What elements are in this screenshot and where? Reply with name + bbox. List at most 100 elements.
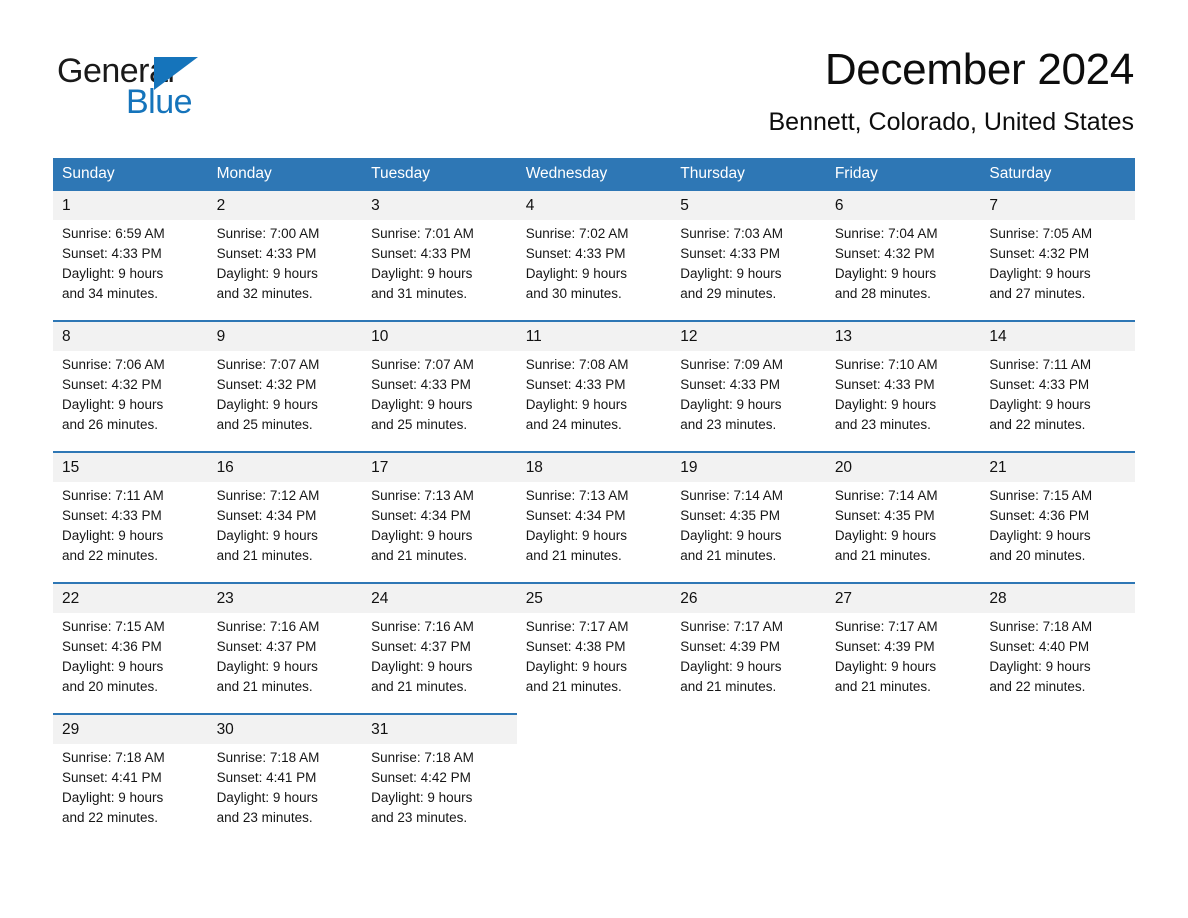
day-detail-line: Sunrise: 7:18 AM [371,750,474,765]
day-detail-line: Daylight: 9 hours [989,397,1091,412]
day-details: Sunrise: 7:12 AM Sunset: 4:34 PM Daylight:… [207,482,363,583]
day-detail-line: Sunset: 4:32 PM [62,377,162,392]
day-detail-line: and 21 minutes. [525,548,622,563]
day-detail-line: and 21 minutes. [680,548,777,563]
day-detail-line: and 25 minutes. [371,417,468,432]
day-detail-line: Sunrise: 7:11 AM [989,357,1092,372]
day-details: Sunrise: 7:08 AM Sunset: 4:33 PM Daylight:… [516,351,672,452]
day-number[interactable]: 9 [207,320,363,351]
day-detail-line: and 23 minutes. [216,810,313,825]
day-detail-line: Sunset: 4:33 PM [371,246,471,261]
location-subtitle: Bennett, Colorado, United States [768,108,1134,136]
day-number[interactable]: 18 [516,451,672,482]
day-detail-line: and 21 minutes. [371,679,468,694]
day-detail-line: Sunrise: 7:16 AM [216,619,320,634]
day-details: Sunrise: 7:11 AM Sunset: 4:33 PM Daylight:… [53,482,208,583]
day-number[interactable]: 15 [53,451,208,482]
day-detail-line: and 22 minutes. [989,679,1086,694]
day-detail-line: Sunset: 4:40 PM [989,639,1090,654]
day-number[interactable]: 21 [980,451,1135,482]
week-info-row: Sunrise: 6:59 AM Sunset: 4:33 PM Daylight:… [53,220,1135,321]
day-detail-line: Daylight: 9 hours [989,528,1091,543]
day-details: Sunrise: 7:07 AM Sunset: 4:32 PM Daylight:… [207,351,363,452]
day-details: Sunrise: 7:17 AM Sunset: 4:39 PM Daylight:… [671,613,826,714]
day-number[interactable]: 31 [362,713,517,744]
day-number[interactable]: 8 [53,320,208,351]
day-number[interactable]: 19 [671,451,826,482]
day-detail-line: and 24 minutes. [525,417,622,432]
day-number[interactable]: 28 [980,582,1135,613]
weekday-header-tuesday: Tuesday [362,158,517,191]
day-detail-line: Daylight: 9 hours [62,397,164,412]
day-number[interactable]: 26 [671,582,826,613]
day-number[interactable]: 2 [207,191,363,220]
day-number[interactable]: 6 [825,191,981,220]
day-number[interactable]: 27 [825,582,981,613]
day-details: Sunrise: 7:11 AM Sunset: 4:33 PM Daylight:… [980,351,1135,452]
day-number[interactable]: 17 [362,451,517,482]
day-number[interactable]: 10 [362,320,517,351]
day-detail-line: Daylight: 9 hours [525,528,627,543]
empty-day-cell [980,713,1135,744]
day-number[interactable]: 29 [53,713,208,744]
day-detail-line: Daylight: 9 hours [680,528,782,543]
day-number[interactable]: 1 [53,191,208,220]
day-details: Sunrise: 7:13 AM Sunset: 4:34 PM Daylight:… [362,482,517,583]
day-detail-line: Sunrise: 7:18 AM [989,619,1093,634]
day-number[interactable]: 4 [516,191,672,220]
week-info-row: Sunrise: 7:18 AM Sunset: 4:41 PM Daylight:… [53,744,1135,844]
day-number[interactable]: 20 [825,451,981,482]
day-detail-line: and 21 minutes. [371,548,468,563]
empty-day-info [980,744,1135,844]
day-detail-line: and 22 minutes. [62,548,159,563]
week-info-row: Sunrise: 7:15 AM Sunset: 4:36 PM Daylight:… [53,613,1135,714]
day-detail-line: Sunrise: 7:14 AM [680,488,784,503]
day-number[interactable]: 11 [516,320,672,351]
day-detail-line: Sunrise: 7:17 AM [680,619,784,634]
day-details: Sunrise: 7:13 AM Sunset: 4:34 PM Daylight:… [516,482,672,583]
day-number[interactable]: 24 [362,582,517,613]
day-detail-line: and 21 minutes. [834,679,931,694]
day-detail-line: Sunrise: 7:00 AM [216,226,320,241]
day-number[interactable]: 16 [207,451,363,482]
day-number[interactable]: 13 [825,320,981,351]
weekday-header-friday: Friday [825,158,981,191]
day-number[interactable]: 3 [362,191,517,220]
day-detail-line: Sunrise: 7:02 AM [525,226,629,241]
title-block: December 2024 Bennett, Colorado, United … [768,44,1134,136]
day-detail-line: Sunrise: 7:07 AM [371,357,474,372]
calendar-head: Sunday Monday Tuesday Wednesday Thursday Frid… [53,158,1135,191]
day-number[interactable]: 22 [53,582,208,613]
weekday-header-sunday: Sunday [53,158,208,191]
day-detail-line: and 26 minutes. [62,417,159,432]
week-daynum-row: 22 23 24 25 26 27 28 [53,582,1135,613]
day-details: Sunrise: 6:59 AM Sunset: 4:33 PM Daylight:… [53,220,208,321]
day-detail-line: Sunrise: 7:18 AM [62,750,165,765]
day-details: Sunrise: 7:15 AM Sunset: 4:36 PM Daylight:… [53,613,208,714]
day-details: Sunrise: 7:15 AM Sunset: 4:36 PM Daylight:… [980,482,1135,583]
day-detail-line: Daylight: 9 hours [216,397,318,412]
day-detail-line: and 23 minutes. [834,417,931,432]
day-detail-line: Sunset: 4:33 PM [680,377,781,392]
day-details: Sunrise: 7:10 AM Sunset: 4:33 PM Daylight:… [825,351,981,452]
day-detail-line: and 22 minutes. [62,810,159,825]
empty-day-cell [825,713,981,744]
day-number[interactable]: 5 [671,191,826,220]
day-number[interactable]: 30 [207,713,363,744]
day-number[interactable]: 12 [671,320,826,351]
day-number[interactable]: 14 [980,320,1135,351]
day-detail-line: Daylight: 9 hours [62,266,164,281]
day-detail-line: Sunset: 4:32 PM [216,377,317,392]
calendar-table: Sunday Monday Tuesday Wednesday Thursday Frid… [53,158,1135,844]
day-detail-line: Sunrise: 7:15 AM [62,619,165,634]
day-detail-line: and 20 minutes. [989,548,1086,563]
day-details: Sunrise: 7:18 AM Sunset: 4:41 PM Daylight:… [207,744,363,844]
day-number[interactable]: 25 [516,582,672,613]
weekday-header-monday: Monday [207,158,363,191]
day-detail-line: and 28 minutes. [834,286,931,301]
day-details: Sunrise: 7:01 AM Sunset: 4:33 PM Daylight:… [362,220,517,321]
day-number[interactable]: 23 [207,582,363,613]
day-detail-line: Sunset: 4:38 PM [525,639,626,654]
general-blue-logo[interactable]: General Blue [57,52,287,121]
day-number[interactable]: 7 [980,191,1135,220]
